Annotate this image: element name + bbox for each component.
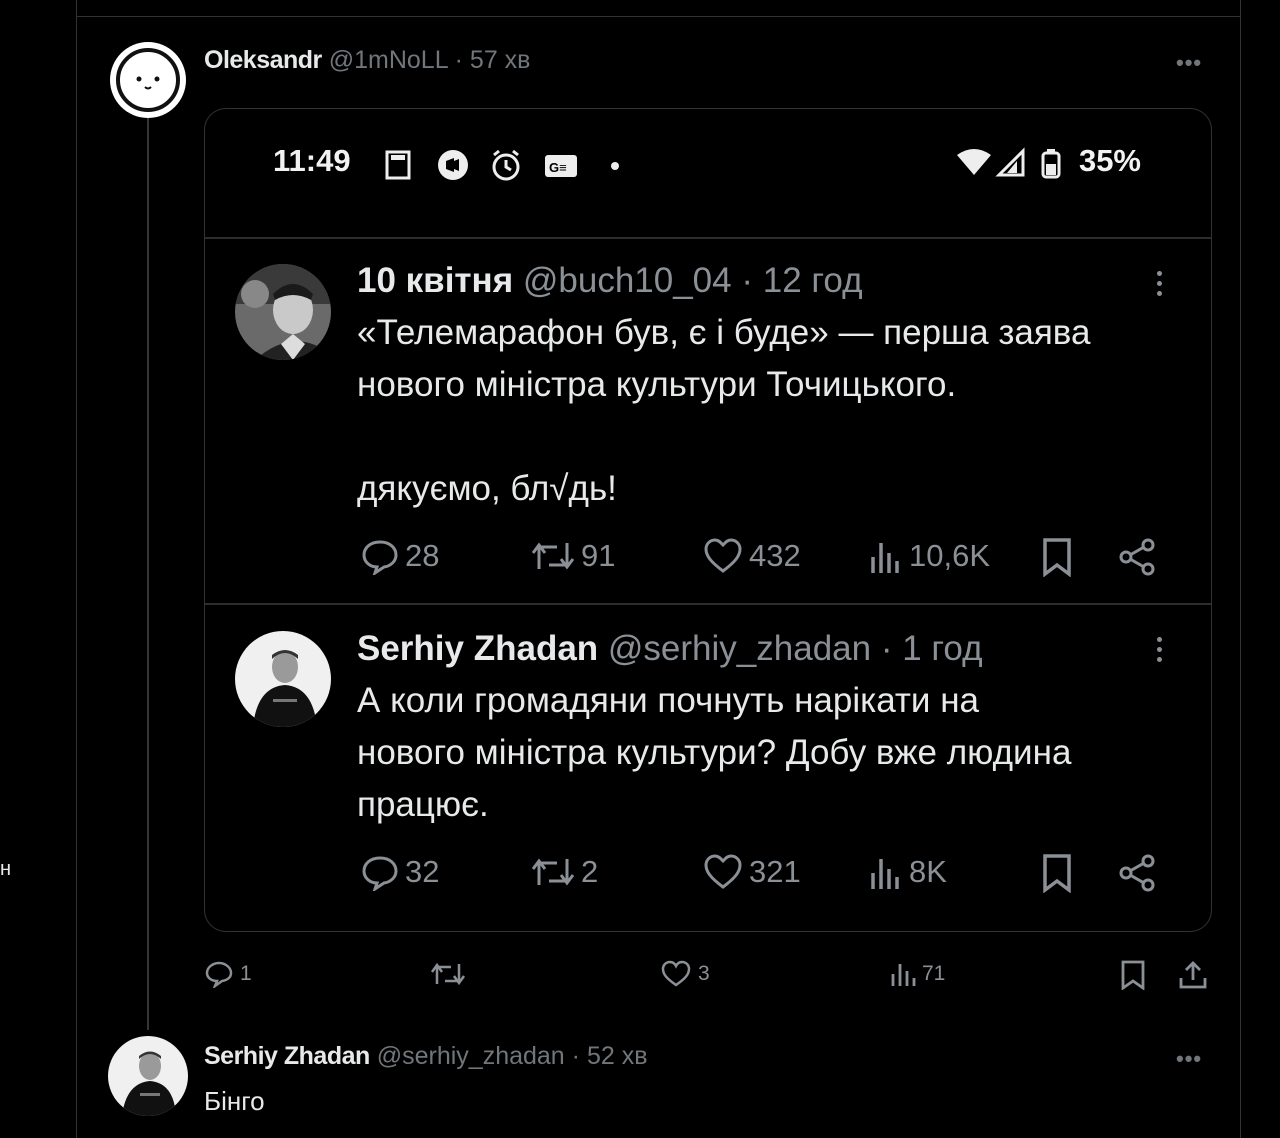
avatar[interactable] bbox=[108, 1036, 188, 1116]
inner-author-handle: @serhiy_zhadan bbox=[607, 629, 872, 668]
media-image[interactable]: 11:49 G≡ 35% 10 квітня @buch10_04 · 12 г… bbox=[204, 108, 1212, 932]
top-divider bbox=[76, 16, 1240, 17]
share-icon bbox=[1179, 961, 1207, 989]
reply-text: Бінго bbox=[204, 1086, 265, 1116]
inner-retweet-count: 91 bbox=[531, 537, 615, 575]
divider bbox=[205, 603, 1211, 605]
separator-dot: · bbox=[741, 261, 754, 300]
inner-reply-count: 28 bbox=[361, 537, 439, 575]
share-button[interactable] bbox=[1178, 960, 1208, 990]
inner-author-name: 10 квітня bbox=[357, 261, 514, 300]
views-icon bbox=[871, 543, 899, 573]
inner-view-count: 10,6K bbox=[869, 537, 990, 575]
phone-status-bar: 11:49 G≡ 35% bbox=[205, 109, 1211, 239]
retweet-icon bbox=[430, 962, 466, 986]
inner-tweet-text: «Телемарафон був, є і буде» — перша заяв… bbox=[357, 313, 1091, 508]
battery-percent: 35% bbox=[1078, 143, 1141, 178]
separator-dot: · bbox=[571, 1042, 580, 1070]
heart-icon bbox=[704, 854, 742, 889]
author-handle[interactable]: @serhiy_zhadan bbox=[377, 1042, 565, 1070]
inner-tweet-text: А коли громадяни почнуть нарікати на нов… bbox=[357, 681, 1072, 824]
inner-tweet-time: 1 год bbox=[902, 629, 983, 668]
thread-line bbox=[147, 118, 149, 1030]
svg-text:G≡: G≡ bbox=[549, 160, 567, 175]
inner-view-count: 8K bbox=[869, 853, 947, 891]
inner-like-count: 321 bbox=[703, 853, 801, 891]
author-handle[interactable]: @1mNoLL bbox=[329, 46, 448, 74]
inner-reply-count: 32 bbox=[361, 853, 439, 891]
views-button[interactable]: 71 bbox=[890, 960, 945, 988]
comment-icon bbox=[362, 856, 398, 891]
author-name[interactable]: Oleksandr bbox=[204, 46, 322, 74]
bookmark-button[interactable] bbox=[1120, 960, 1146, 990]
inner-retweet-count: 2 bbox=[531, 853, 598, 891]
column-border-left bbox=[76, 0, 77, 1138]
retweet-button[interactable] bbox=[430, 960, 472, 988]
views-icon bbox=[891, 964, 916, 986]
post-time[interactable]: 52 хв bbox=[587, 1042, 648, 1070]
inner-tweet-time: 12 год bbox=[762, 261, 863, 300]
author-name[interactable]: Serhiy Zhadan bbox=[204, 1042, 370, 1070]
status-wifi-signal-battery-icons bbox=[957, 147, 1061, 179]
edge-text-fragment: н bbox=[0, 858, 12, 880]
post-time[interactable]: 57 хв bbox=[470, 46, 531, 74]
divider bbox=[205, 237, 1211, 239]
reply-header: Serhiy Zhadan @serhiy_zhadan · 52 хв bbox=[204, 1042, 648, 1071]
status-notification-icons: G≡ bbox=[385, 149, 619, 181]
inner-tweet-header: 10 квітня @buch10_04 · 12 год bbox=[357, 261, 863, 301]
retweet-icon bbox=[531, 858, 575, 886]
post-header: Oleksandr @1mNoLL · 57 хв bbox=[204, 46, 530, 75]
reply-button[interactable]: 1 bbox=[204, 960, 252, 988]
more-options-button[interactable]: ••• bbox=[1176, 50, 1202, 76]
heart-icon bbox=[661, 960, 691, 987]
views-icon bbox=[871, 859, 899, 889]
share-icon bbox=[1117, 537, 1157, 577]
separator-dot: · bbox=[880, 629, 893, 668]
kebab-icon bbox=[1157, 271, 1163, 301]
column-border-right bbox=[1240, 0, 1241, 1138]
more-options-button[interactable]: ••• bbox=[1176, 1046, 1202, 1072]
kebab-icon bbox=[1157, 637, 1163, 667]
share-icon bbox=[1117, 853, 1157, 893]
separator-dot: · bbox=[454, 46, 463, 74]
avatar[interactable] bbox=[108, 40, 188, 120]
heart-icon bbox=[704, 538, 742, 573]
comment-icon bbox=[362, 540, 398, 575]
bookmark-icon bbox=[1041, 853, 1073, 893]
comment-icon bbox=[205, 961, 233, 988]
inner-tweet-header: Serhiy Zhadan @serhiy_zhadan · 1 год bbox=[357, 629, 983, 669]
bookmark-icon bbox=[1121, 960, 1145, 990]
inner-author-handle: @buch10_04 bbox=[522, 261, 732, 300]
like-button[interactable]: 3 bbox=[660, 960, 710, 988]
inner-avatar bbox=[235, 264, 331, 360]
inner-avatar bbox=[235, 631, 331, 727]
inner-like-count: 432 bbox=[703, 537, 801, 575]
bookmark-icon bbox=[1041, 537, 1073, 577]
status-time: 11:49 bbox=[273, 143, 351, 178]
inner-author-name: Serhiy Zhadan bbox=[357, 629, 599, 668]
retweet-icon bbox=[531, 542, 575, 570]
